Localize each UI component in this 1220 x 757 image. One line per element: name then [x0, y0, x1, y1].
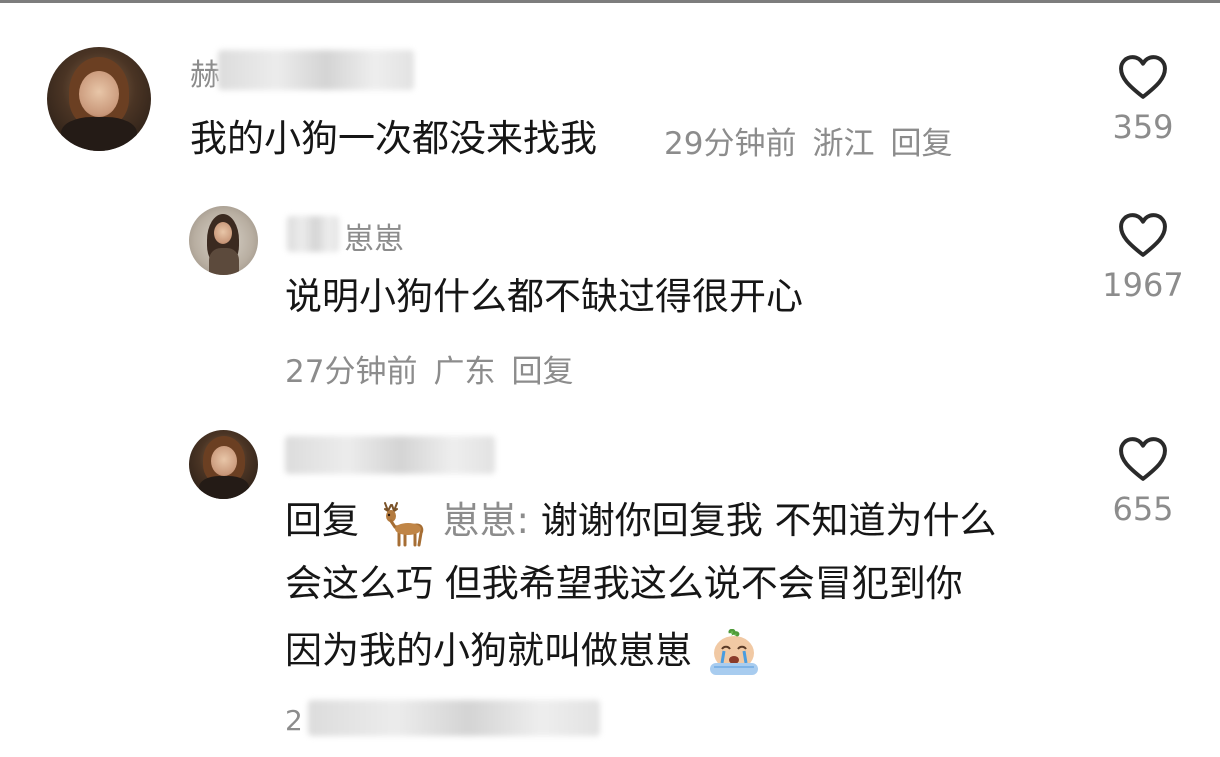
username-blur	[287, 216, 339, 252]
comment-time: 27分钟前	[285, 354, 418, 390]
like-count: 655	[1112, 490, 1174, 528]
avatar[interactable]	[189, 206, 258, 275]
like-count: 1967	[1102, 266, 1184, 304]
comment-meta: 29分钟前 浙江 回复	[664, 118, 968, 163]
username[interactable]: 崽崽	[344, 214, 404, 258]
reply-button[interactable]: 回复	[511, 354, 573, 390]
reply-button[interactable]: 回复	[890, 126, 952, 162]
like-button[interactable]: 359	[1083, 54, 1203, 146]
reply-to-username[interactable]: 崽崽:	[443, 499, 529, 542]
username-blur	[285, 436, 495, 474]
comment-text: 回复 崽崽: 谢谢你回复我 不知道为什么	[285, 494, 997, 548]
like-button[interactable]: 655	[1083, 436, 1203, 528]
sub-reply-blur	[308, 700, 600, 736]
heart-outline-icon	[1119, 213, 1167, 257]
username[interactable]: 赫	[190, 50, 220, 94]
like-button[interactable]: 1967	[1083, 212, 1203, 304]
comment-location: 浙江	[812, 126, 875, 162]
heart-outline-icon	[1119, 437, 1167, 481]
username-blur	[218, 50, 414, 90]
avatar[interactable]	[189, 430, 258, 499]
comment-text-line3: 因为我的小狗就叫做崽崽	[285, 624, 762, 678]
sub-reply-count: 2	[285, 704, 303, 737]
avatar[interactable]	[47, 47, 151, 151]
comment-meta: 27分钟前 广东 回复	[285, 346, 589, 391]
heart-outline-icon	[1119, 55, 1167, 99]
comment-location: 广东	[433, 354, 496, 390]
like-count: 359	[1112, 108, 1174, 146]
top-divider	[0, 0, 1220, 3]
comment-text: 说明小狗什么都不缺过得很开心	[285, 275, 803, 318]
comment-time: 29分钟前	[664, 126, 797, 162]
deer-emoji-icon	[383, 501, 424, 546]
crying-emoji-icon	[709, 628, 758, 675]
reply-prefix: 回复	[285, 499, 359, 542]
comment-text: 我的小狗一次都没来找我	[190, 117, 597, 160]
comment-text-line2: 会这么巧 但我希望我这么说不会冒犯到你	[285, 562, 963, 605]
